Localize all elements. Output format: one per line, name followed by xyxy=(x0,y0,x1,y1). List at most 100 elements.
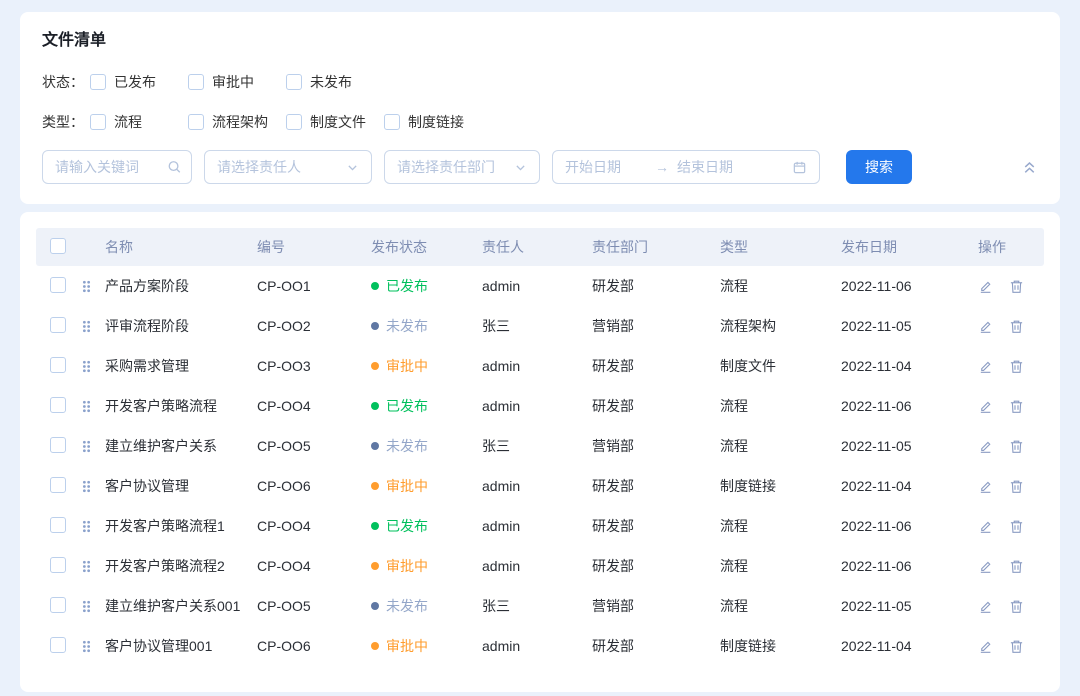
edit-pencil-icon[interactable] xyxy=(978,399,993,414)
row-checkbox[interactable] xyxy=(50,637,66,653)
status-badge: 审批中 xyxy=(366,556,478,576)
row-actions xyxy=(972,599,1044,614)
trash-icon[interactable] xyxy=(1009,359,1024,374)
trash-icon[interactable] xyxy=(1009,279,1024,294)
row-checkbox[interactable] xyxy=(50,517,66,533)
cell-person: 张三 xyxy=(478,436,588,456)
drag-handle-icon[interactable] xyxy=(80,279,100,294)
trash-icon[interactable] xyxy=(1009,439,1024,454)
trash-icon[interactable] xyxy=(1009,559,1024,574)
type-option-label: 流程 xyxy=(114,112,142,132)
edit-pencil-icon[interactable] xyxy=(978,279,993,294)
date-range-picker[interactable]: → xyxy=(552,150,820,184)
cell-date: 2022-11-05 xyxy=(836,318,972,334)
cell-dept: 营销部 xyxy=(588,436,712,456)
row-actions xyxy=(972,519,1044,534)
row-checkbox[interactable] xyxy=(50,397,66,413)
header-actions: 操作 xyxy=(972,237,1044,257)
cell-person: admin xyxy=(478,478,588,494)
edit-pencil-icon[interactable] xyxy=(978,479,993,494)
status-badge: 审批中 xyxy=(366,356,478,376)
type-filter-label: 类型： xyxy=(42,112,90,132)
type-option-document[interactable]: 制度文件 xyxy=(286,112,384,132)
cell-code: CP-OO2 xyxy=(252,318,366,334)
trash-icon[interactable] xyxy=(1009,479,1024,494)
search-button[interactable]: 搜索 xyxy=(846,150,912,184)
status-dot xyxy=(371,562,379,570)
drag-handle-icon[interactable] xyxy=(80,599,100,614)
type-option-architecture[interactable]: 流程架构 xyxy=(188,112,286,132)
row-actions xyxy=(972,479,1044,494)
type-option-process[interactable]: 流程 xyxy=(90,112,188,132)
cell-dept: 研发部 xyxy=(588,476,712,496)
status-text: 未发布 xyxy=(386,596,428,616)
drag-handle-icon[interactable] xyxy=(80,559,100,574)
cell-date: 2022-11-06 xyxy=(836,278,972,294)
type-option-label: 制度链接 xyxy=(408,112,464,132)
row-check-cell xyxy=(36,357,80,376)
edit-pencil-icon[interactable] xyxy=(978,599,993,614)
checkbox[interactable] xyxy=(188,74,204,90)
edit-pencil-icon[interactable] xyxy=(978,639,993,654)
filter-panel: 文件清单 状态： 已发布 审批中 未发布 类型： 流程 流程架构 制度文件 xyxy=(20,12,1060,204)
checkbox[interactable] xyxy=(286,114,302,130)
row-checkbox[interactable] xyxy=(50,557,66,573)
status-option-published[interactable]: 已发布 xyxy=(90,72,188,92)
select-all-checkbox[interactable] xyxy=(50,238,66,254)
trash-icon[interactable] xyxy=(1009,639,1024,654)
row-checkbox[interactable] xyxy=(50,317,66,333)
drag-handle-icon[interactable] xyxy=(80,479,100,494)
edit-pencil-icon[interactable] xyxy=(978,439,993,454)
row-checkbox[interactable] xyxy=(50,277,66,293)
row-checkbox[interactable] xyxy=(50,437,66,453)
person-select[interactable]: 请选择责任人 xyxy=(204,150,372,184)
status-option-label: 已发布 xyxy=(114,72,156,92)
checkbox[interactable] xyxy=(90,74,106,90)
status-option-approving[interactable]: 审批中 xyxy=(188,72,286,92)
trash-icon[interactable] xyxy=(1009,519,1024,534)
checkbox[interactable] xyxy=(90,114,106,130)
row-actions xyxy=(972,559,1044,574)
cell-dept: 营销部 xyxy=(588,316,712,336)
drag-handle-icon[interactable] xyxy=(80,399,100,414)
checkbox[interactable] xyxy=(286,74,302,90)
drag-handle-icon[interactable] xyxy=(80,519,100,534)
drag-handle-icon[interactable] xyxy=(80,319,100,334)
end-date-input[interactable] xyxy=(677,159,792,175)
search-icon xyxy=(167,160,182,175)
edit-pencil-icon[interactable] xyxy=(978,319,993,334)
collapse-filters-button[interactable] xyxy=(1021,159,1038,176)
type-option-link[interactable]: 制度链接 xyxy=(384,112,482,132)
row-checkbox[interactable] xyxy=(50,477,66,493)
cell-date: 2022-11-04 xyxy=(836,478,972,494)
trash-icon[interactable] xyxy=(1009,599,1024,614)
file-table-panel: 名称 编号 发布状态 责任人 责任部门 类型 发布日期 操作 产品方案阶段 CP… xyxy=(20,212,1060,692)
drag-handle-icon[interactable] xyxy=(80,359,100,374)
status-option-unpublished[interactable]: 未发布 xyxy=(286,72,384,92)
cell-type: 制度文件 xyxy=(712,356,836,376)
start-date-input[interactable] xyxy=(565,159,653,175)
table-body: 产品方案阶段 CP-OO1 已发布 admin 研发部 流程 2022-11-0… xyxy=(36,266,1044,666)
edit-pencil-icon[interactable] xyxy=(978,519,993,534)
cell-name: 开发客户策略流程 xyxy=(100,396,252,416)
row-checkbox[interactable] xyxy=(50,357,66,373)
cell-type: 流程 xyxy=(712,436,836,456)
status-dot xyxy=(371,282,379,290)
status-filter-row: 状态： 已发布 审批中 未发布 xyxy=(42,72,1038,92)
edit-pencil-icon[interactable] xyxy=(978,559,993,574)
cell-dept: 研发部 xyxy=(588,636,712,656)
cell-person: admin xyxy=(478,278,588,294)
table-row: 开发客户策略流程2 CP-OO4 审批中 admin 研发部 流程 2022-1… xyxy=(36,546,1044,586)
trash-icon[interactable] xyxy=(1009,399,1024,414)
row-checkbox[interactable] xyxy=(50,597,66,613)
checkbox[interactable] xyxy=(384,114,400,130)
dept-select[interactable]: 请选择责任部门 xyxy=(384,150,540,184)
trash-icon[interactable] xyxy=(1009,319,1024,334)
drag-handle-icon[interactable] xyxy=(80,639,100,654)
cell-date: 2022-11-06 xyxy=(836,558,972,574)
drag-handle-icon[interactable] xyxy=(80,439,100,454)
type-option-label: 制度文件 xyxy=(310,112,366,132)
checkbox[interactable] xyxy=(188,114,204,130)
edit-pencil-icon[interactable] xyxy=(978,359,993,374)
row-check-cell xyxy=(36,637,80,656)
